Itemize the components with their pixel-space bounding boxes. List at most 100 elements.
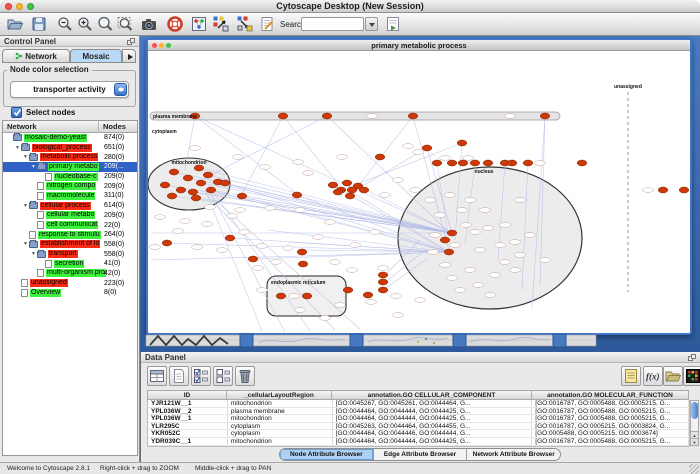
tab-network[interactable]: Network [2, 49, 70, 63]
network-tree-row[interactable]: secretion41(0) [3, 259, 137, 269]
graph-node[interactable] [297, 249, 307, 255]
scrollbar-thumb[interactable] [691, 402, 698, 419]
search-dropdown-button[interactable] [365, 17, 378, 31]
graph-node[interactable] [408, 113, 418, 119]
float-panel-icon[interactable] [127, 38, 135, 45]
graph-node[interactable] [162, 240, 172, 246]
graph-node[interactable] [183, 175, 193, 181]
graph-node[interactable] [540, 113, 550, 119]
zoom-in-icon[interactable] [76, 15, 94, 33]
delete-attribute-icon[interactable] [235, 366, 255, 386]
minimize-button[interactable] [16, 3, 23, 10]
annotation-icon[interactable] [258, 15, 276, 33]
graph-node[interactable] [447, 160, 457, 166]
snapshot-camera-icon[interactable] [140, 15, 158, 33]
graph-node[interactable] [248, 256, 258, 262]
network-tree-row[interactable]: multi-organism pro42(0) [3, 269, 137, 279]
graph-node[interactable] [523, 160, 533, 166]
graph-node[interactable] [206, 187, 216, 193]
graph-node[interactable] [278, 113, 288, 119]
graph-node[interactable] [577, 160, 587, 166]
table-column-header[interactable]: ID [147, 390, 227, 400]
graph-node[interactable] [342, 180, 352, 186]
table-column-header[interactable]: annotation.GO CELLULAR_COMPONENT [332, 390, 532, 400]
network-view-window[interactable]: primary metabolic process plasma membran… [146, 38, 692, 335]
graph-node[interactable] [322, 113, 332, 119]
graph-node[interactable] [302, 293, 312, 299]
graph-node[interactable] [378, 279, 388, 285]
graph-node[interactable] [359, 187, 369, 193]
graph-node[interactable] [507, 160, 517, 166]
table-row[interactable]: YKR052Ccytoplasm[GO:0044464, GO:0044446,… [148, 430, 689, 438]
tree-expand-icon[interactable]: ▼ [14, 145, 21, 151]
table-scrollbar[interactable]: ▲ ▼ [690, 400, 699, 446]
save-session-icon[interactable] [30, 15, 48, 33]
close-button[interactable] [5, 3, 12, 10]
tree-expand-icon[interactable]: ▼ [30, 251, 37, 257]
tree-column-header[interactable]: Network [3, 121, 99, 132]
graph-node[interactable] [378, 272, 388, 278]
table-column-header[interactable]: _cellularLayoutRegion [227, 390, 332, 400]
graph-node[interactable] [432, 160, 442, 166]
graph-node[interactable] [422, 145, 432, 151]
hidden-window-titlebar[interactable] [350, 334, 363, 347]
graph-node[interactable] [658, 187, 668, 193]
graph-node[interactable] [444, 249, 454, 255]
table-column-header[interactable]: annotation.GO MOLECULAR_FUNCTION [532, 390, 689, 400]
table-row[interactable]: YJR121W__1mitochondrion[GO:0045267, GO:0… [148, 400, 689, 408]
network-tree-row[interactable]: ▼cellular process614(0) [3, 201, 137, 211]
graph-node[interactable] [345, 193, 355, 199]
graph-node[interactable] [470, 160, 480, 166]
scroll-down-button[interactable]: ▼ [691, 438, 698, 445]
graph-node[interactable] [276, 293, 286, 299]
network-tree-row[interactable]: nitrogen compo209(0) [3, 181, 137, 191]
background-windows[interactable] [142, 333, 698, 349]
network-tree-row[interactable]: macromolecule311(0) [3, 191, 137, 201]
graph-node[interactable] [196, 180, 206, 186]
network-tree-row[interactable]: mosaic-demo-yeast874(0) [3, 133, 137, 143]
graph-node[interactable] [328, 182, 338, 188]
table-row[interactable]: YPL036W__2plasma membrane[GO:0044464, GO… [148, 408, 689, 416]
float-panel-icon[interactable] [688, 354, 696, 361]
graph-node[interactable] [298, 261, 308, 267]
graph-node[interactable] [343, 287, 353, 293]
select-attributes-icon[interactable] [191, 366, 211, 386]
layout-alt-icon[interactable] [236, 15, 254, 33]
import-attributes-icon[interactable] [663, 366, 683, 386]
graph-node[interactable] [483, 160, 493, 166]
node-color-dropdown[interactable]: transporter activity [10, 81, 129, 98]
graph-node[interactable] [220, 180, 230, 186]
network-tree-row[interactable]: ▼primary metabo209(... [3, 162, 137, 172]
zoom-fit-selected-icon[interactable] [116, 15, 134, 33]
graph-node[interactable] [203, 172, 213, 178]
graph-node[interactable] [160, 182, 170, 188]
tree-column-header[interactable]: Nodes [99, 121, 137, 132]
graph-node[interactable] [363, 292, 373, 298]
hidden-window-titlebar[interactable] [240, 334, 253, 347]
new-attribute-icon[interactable] [169, 366, 189, 386]
graph-node[interactable] [167, 193, 177, 199]
graph-node[interactable] [188, 189, 198, 195]
graph-node[interactable] [679, 187, 689, 193]
function-builder-icon[interactable]: f(x) [643, 366, 663, 386]
graph-node[interactable] [169, 169, 179, 175]
graph-node[interactable] [237, 193, 247, 199]
matrix-icon[interactable] [683, 366, 700, 386]
network-tree-row[interactable]: response to stimulu264(0) [3, 230, 137, 240]
hidden-window-titlebar[interactable] [453, 334, 466, 347]
tree-expand-icon[interactable]: ▼ [22, 154, 29, 160]
table-row[interactable]: YDR039C__1mitochondrion[GO:0044464, GO:0… [148, 438, 689, 446]
table-row[interactable]: YLR295Ccytoplasm[GO:0045263, GO:0044464,… [148, 423, 689, 431]
network-tree-row[interactable]: Overview8(0) [3, 288, 137, 298]
graph-node[interactable] [191, 195, 201, 201]
scroll-up-button[interactable]: ▲ [691, 431, 698, 438]
graph-node[interactable] [225, 235, 235, 241]
network-tree-row[interactable]: cellular metabo209(0) [3, 211, 137, 221]
vizmapper-icon[interactable] [190, 15, 208, 33]
unselect-attributes-icon[interactable] [213, 366, 233, 386]
zoom-actual-icon[interactable] [96, 15, 114, 33]
graph-node[interactable] [457, 140, 467, 146]
zoom-window-button[interactable] [27, 3, 34, 10]
network-graph[interactable]: plasma membranecytoplasmmitochondrionnuc… [148, 51, 690, 332]
graph-node[interactable] [292, 192, 302, 198]
